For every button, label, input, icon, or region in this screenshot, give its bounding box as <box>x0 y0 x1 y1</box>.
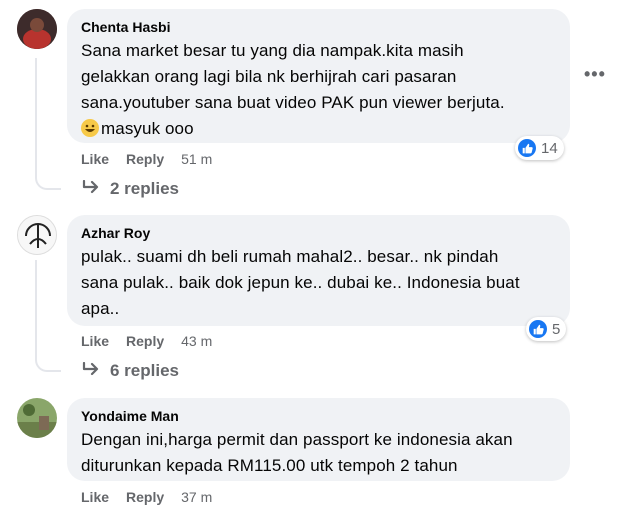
avatar[interactable] <box>17 398 57 438</box>
reply-arrow-icon <box>82 361 100 381</box>
comment-actions: Like Reply 51 m <box>81 150 212 168</box>
avatar[interactable] <box>17 215 57 255</box>
comment-timestamp[interactable]: 37 m <box>181 488 212 506</box>
reaction-summary[interactable]: 14 <box>515 136 564 160</box>
comment-author[interactable]: Chenta Hasbi <box>81 18 556 36</box>
thumbs-up-icon <box>529 320 547 338</box>
view-replies-button[interactable]: 6 replies <box>82 361 179 381</box>
thumbs-up-icon <box>518 139 536 157</box>
reply-arrow-icon <box>82 179 100 199</box>
reply-button[interactable]: Reply <box>126 332 164 350</box>
like-button[interactable]: Like <box>81 488 109 506</box>
thread-connector <box>35 168 61 190</box>
reply-button[interactable]: Reply <box>126 488 164 506</box>
more-options-icon[interactable]: ••• <box>584 64 606 85</box>
like-button[interactable]: Like <box>81 150 109 168</box>
view-replies-button[interactable]: 2 replies <box>82 179 179 199</box>
comment-author[interactable]: Azhar Roy <box>81 224 556 242</box>
comment-actions: Like Reply 43 m <box>81 332 212 350</box>
comment-text: pulak.. suami dh beli rumah mahal2.. bes… <box>81 247 520 318</box>
comment-bubble: Yondaime Man Dengan ini,harga permit dan… <box>67 398 570 481</box>
comment-text: Dengan ini,harga permit dan passport ke … <box>81 430 513 475</box>
thread-line <box>35 260 37 350</box>
reply-button[interactable]: Reply <box>126 150 164 168</box>
reaction-count: 14 <box>541 139 558 157</box>
comment-author[interactable]: Yondaime Man <box>81 407 556 425</box>
grinning-emoji-icon <box>81 119 99 137</box>
like-button[interactable]: Like <box>81 332 109 350</box>
comment-actions: Like Reply 37 m <box>81 488 212 506</box>
reaction-summary[interactable]: 5 <box>526 317 567 341</box>
comment-bubble: Chenta Hasbi Sana market besar tu yang d… <box>67 9 570 143</box>
comment-timestamp[interactable]: 43 m <box>181 332 212 350</box>
comment-text: Sana market besar tu yang dia nampak.kit… <box>81 41 505 138</box>
comment-timestamp[interactable]: 51 m <box>181 150 212 168</box>
comment-bubble: Azhar Roy pulak.. suami dh beli rumah ma… <box>67 215 570 326</box>
reaction-count: 5 <box>552 320 561 338</box>
thread-connector <box>35 350 61 372</box>
avatar[interactable] <box>17 9 57 49</box>
thread-line <box>35 58 37 168</box>
